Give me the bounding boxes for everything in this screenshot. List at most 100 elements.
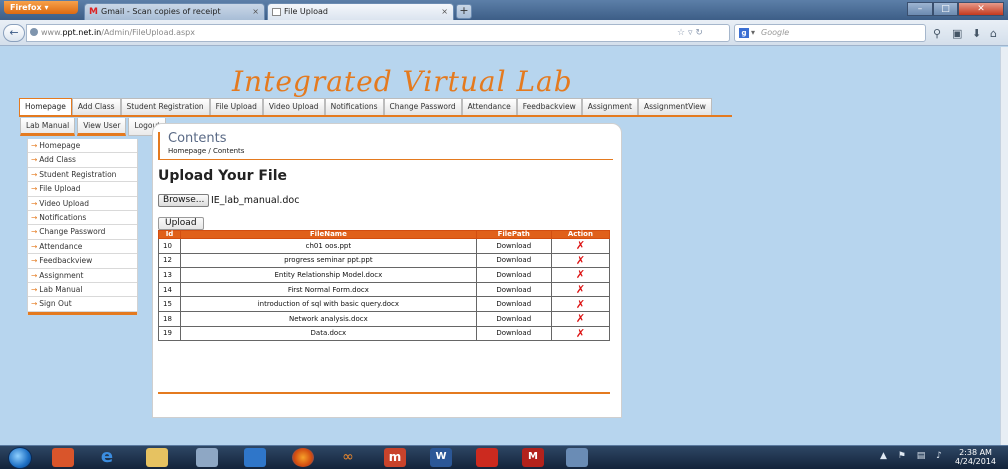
delete-icon[interactable]: ✗ <box>550 267 611 283</box>
search-input[interactable]: g ▾ Google <box>734 24 926 42</box>
firefox-icon[interactable] <box>292 448 314 467</box>
download-link[interactable]: Download <box>475 310 552 327</box>
delete-icon[interactable]: ✗ <box>550 325 611 342</box>
sidebar-item-homepage[interactable]: → Homepage <box>28 139 137 154</box>
window-close-button[interactable]: ✕ <box>958 2 1004 16</box>
dropdown-icon[interactable]: ▿ <box>688 28 693 38</box>
menu-item-notifications[interactable]: Notifications <box>324 98 384 115</box>
volume-icon[interactable]: ♪ <box>936 451 946 461</box>
flag-icon[interactable]: ⚑ <box>898 451 910 461</box>
menu-item-student-registration[interactable]: Student Registration <box>120 98 210 115</box>
delete-icon[interactable]: ✗ <box>550 238 611 254</box>
sidebar-item-add-class[interactable]: → Add Class <box>28 153 137 168</box>
clock-time: 2:38 AM <box>959 448 992 457</box>
sidebar-item-label: Assignment <box>39 270 84 280</box>
cell-id: 18 <box>157 310 182 327</box>
sidebar-item-file-upload[interactable]: → File Upload <box>28 182 137 197</box>
download-link[interactable]: Download <box>475 267 552 283</box>
menu-item-homepage[interactable]: Homepage <box>19 98 72 115</box>
menu-item-video-upload[interactable]: Video Upload <box>262 98 325 115</box>
url-bar[interactable]: www.ppt.net.in/Admin/FileUpload.aspx <box>26 24 730 42</box>
tab-file-upload[interactable]: File Upload × <box>267 3 454 20</box>
chevron-down-icon[interactable]: ▾ <box>751 25 755 41</box>
close-icon[interactable]: × <box>252 4 259 20</box>
sidebar-item-notifications[interactable]: → Notifications <box>28 211 137 226</box>
internet-explorer-icon[interactable]: e <box>96 448 118 467</box>
show-hidden-icons-icon[interactable]: ▲ <box>880 451 891 461</box>
sidebar-item-attendance[interactable]: → Attendance <box>28 240 137 255</box>
home-icon[interactable]: ⌂ <box>990 27 997 40</box>
sidebar-item-assignment[interactable]: → Assignment <box>28 269 137 283</box>
file-explorer-icon[interactable] <box>146 448 168 467</box>
vertical-scrollbar[interactable] <box>1000 47 1008 445</box>
maximize-button[interactable]: □ <box>933 2 958 16</box>
sidebar-item-feedbackview[interactable]: → Feedbackview <box>28 254 137 269</box>
menu-item-assignmentview[interactable]: AssignmentView <box>637 98 712 115</box>
media-player-icon[interactable] <box>244 448 266 467</box>
media-center-icon[interactable] <box>52 448 74 467</box>
sidebar-item-lab-manual[interactable]: → Lab Manual <box>28 283 137 298</box>
delete-icon[interactable]: ✗ <box>550 296 611 312</box>
new-tab-button[interactable]: + <box>456 4 472 19</box>
app-m-icon[interactable]: m <box>384 448 406 467</box>
sidebar-item-sign-out[interactable]: → Sign Out <box>28 297 137 312</box>
delete-icon[interactable]: ✗ <box>550 310 611 327</box>
site-title: Integrated Virtual Lab <box>232 65 573 98</box>
mcafee-icon[interactable]: M <box>522 448 544 467</box>
download-link[interactable]: Download <box>475 238 552 254</box>
pdf-icon[interactable] <box>476 448 498 467</box>
menu-item-attendance[interactable]: Attendance <box>461 98 517 115</box>
bookmarks-icon[interactable]: ▣ <box>952 27 962 40</box>
close-icon[interactable]: × <box>441 4 448 20</box>
download-icon[interactable]: ⬇ <box>972 27 981 40</box>
minimize-button[interactable]: – <box>907 2 933 16</box>
search-icon[interactable]: ⚲ <box>933 27 941 40</box>
bookmark-star-icon[interactable]: ☆ <box>677 28 685 38</box>
download-link[interactable]: Download <box>475 325 552 342</box>
sidebar-item-label: Sign Out <box>39 299 72 309</box>
download-link[interactable]: Download <box>475 296 552 312</box>
download-link[interactable]: Download <box>475 281 552 298</box>
menu-item-file-upload[interactable]: File Upload <box>209 98 263 115</box>
menu-item-add-class[interactable]: Add Class <box>71 98 121 115</box>
firefox-menu-button[interactable]: Firefox ▾ <box>4 1 78 14</box>
cell-id: 13 <box>157 267 182 283</box>
content-panel: Contents Homepage / Contents Upload Your… <box>152 123 622 418</box>
reload-icon[interactable]: ↻ <box>695 28 703 38</box>
site-identity-icon[interactable] <box>30 28 38 36</box>
arrow-icon: → <box>31 184 38 194</box>
tab-gmail[interactable]: M Gmail - Scan copies of receipt × <box>84 3 265 20</box>
app-icon[interactable] <box>566 448 588 467</box>
word-icon[interactable]: W <box>430 448 452 467</box>
network-icon[interactable]: ▤ <box>917 451 930 461</box>
infinity-icon[interactable]: ∞ <box>337 448 359 467</box>
start-button-icon[interactable] <box>8 447 32 469</box>
page-icon <box>272 8 281 16</box>
url-prefix: www. <box>41 28 63 37</box>
download-link[interactable]: Download <box>475 252 552 269</box>
back-arrow-icon[interactable]: ← <box>3 24 25 42</box>
arrow-icon: → <box>31 227 38 237</box>
search-placeholder: Google <box>761 28 790 37</box>
sidebar-item-video-upload[interactable]: → Video Upload <box>28 197 137 211</box>
table-bottom-rule <box>158 392 610 394</box>
browse-button[interactable]: Browse... <box>158 194 210 207</box>
menu-item-assignment[interactable]: Assignment <box>581 98 638 115</box>
arrow-icon: → <box>31 299 38 309</box>
submenu-item-view-user[interactable]: View User <box>77 118 127 136</box>
arrow-icon: → <box>31 284 38 294</box>
table-row: 10 ch01 oos.ppt Download ✗ <box>157 238 611 254</box>
sidebar-item-label: Lab Manual <box>39 284 83 294</box>
delete-icon[interactable]: ✗ <box>550 252 611 269</box>
delete-icon[interactable]: ✗ <box>550 281 611 298</box>
sidebar-item-change-password[interactable]: → Change Password <box>28 225 137 240</box>
menu-item-feedbackview[interactable]: Feedbackview <box>516 98 582 115</box>
sidebar-item-student-registration[interactable]: → Student Registration <box>28 168 137 183</box>
submenu-item-lab-manual[interactable]: Lab Manual <box>20 118 76 136</box>
calculator-icon[interactable] <box>196 448 218 467</box>
google-icon[interactable]: g <box>739 28 749 38</box>
clock[interactable]: 2:38 AM 4/24/2014 <box>955 448 996 466</box>
upload-button[interactable]: Upload <box>158 217 204 230</box>
menu-item-change-password[interactable]: Change Password <box>383 98 462 115</box>
sub-menu: Lab Manual View User Logout <box>20 118 168 136</box>
